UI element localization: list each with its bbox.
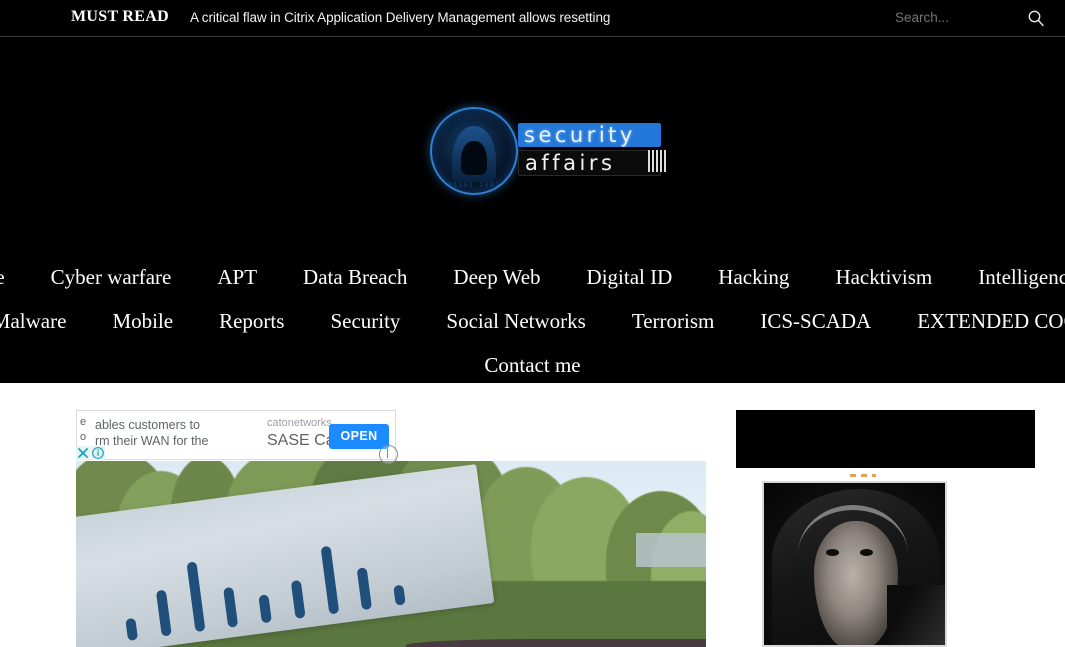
nav-item-hacktivism[interactable]: Hacktivism <box>812 255 955 299</box>
search-box[interactable] <box>895 9 1045 29</box>
top-bar: MUST READ A critical flaw in Citrix Appl… <box>0 0 1065 37</box>
search-icon[interactable] <box>1027 9 1045 27</box>
nav-item-hacking[interactable]: Hacking <box>695 255 812 299</box>
ad-description: ables customers to rm their WAN for the <box>95 417 271 449</box>
nav-item-cyber-warfare[interactable]: Cyber warfare <box>28 255 195 299</box>
mouse-cursor-indicator <box>379 445 398 464</box>
nav-item-security[interactable]: Security <box>307 299 423 343</box>
nav-item-ics-scada[interactable]: ICS-SCADA <box>737 299 894 343</box>
sidebar-ad-artifact <box>850 474 876 477</box>
nav-item-mobile[interactable]: Mobile <box>89 299 196 343</box>
ad-controls <box>76 446 106 460</box>
nav-item-social-networks[interactable]: Social Networks <box>423 299 608 343</box>
logo-face-shape <box>461 141 487 175</box>
photo-sign-base <box>406 639 706 647</box>
nav-item-data-breach[interactable]: Data Breach <box>280 255 430 299</box>
ad-open-button[interactable]: OPEN <box>329 424 389 449</box>
portrait-eye-left <box>826 549 839 556</box>
logo-binary-text: 01101 1001 <box>447 181 501 189</box>
nav-item-apt[interactable]: APT <box>194 255 280 299</box>
nav-item-digital-id[interactable]: Digital ID <box>564 255 696 299</box>
nav-item-extended-cookie-policy[interactable]: EXTENDED COOKIE POLICY <box>894 299 1065 343</box>
logo-hacker-badge-icon: 01101 1001 <box>430 107 518 195</box>
nav-item-intelligence[interactable]: Intelligence <box>955 255 1065 299</box>
ad-brand-name: catonetworks <box>267 417 332 429</box>
author-portrait-image[interactable] <box>762 481 947 647</box>
main-navigation: Cyber Crime Cyber warfare APT Data Breac… <box>0 255 1065 387</box>
logo-word-security: security <box>518 123 661 147</box>
logo-wordmark: security affairs <box>518 123 661 176</box>
site-logo[interactable]: 01101 1001 security affairs <box>430 107 666 195</box>
nav-row-1: Cyber Crime Cyber warfare APT Data Breac… <box>0 255 1065 299</box>
nav-item-malware[interactable]: Malware <box>0 299 89 343</box>
ad-description-line-1: ables customers to <box>95 418 200 432</box>
nav-item-reports[interactable]: Reports <box>196 299 307 343</box>
portrait-eye-right <box>860 549 873 556</box>
photo-background-building <box>636 533 706 567</box>
nav-item-deep-web[interactable]: Deep Web <box>430 255 563 299</box>
google-ad-overlay[interactable]: eo ables customers to rm their WAN for t… <box>76 410 396 460</box>
close-icon[interactable] <box>76 446 90 460</box>
site-header: 01101 1001 security affairs Cyber Crime … <box>0 37 1065 383</box>
search-input[interactable] <box>895 10 995 25</box>
nav-item-contact-me[interactable]: Contact me <box>461 343 603 387</box>
article-hero-image[interactable] <box>76 461 706 647</box>
logo-word-affairs: affairs <box>518 150 661 176</box>
logo-barcode-decoration <box>648 150 666 172</box>
must-read-headline-link[interactable]: A critical flaw in Citrix Application De… <box>190 10 610 25</box>
nav-item-terrorism[interactable]: Terrorism <box>609 299 738 343</box>
ad-description-line-2: rm their WAN for the <box>95 434 209 448</box>
must-read-label: MUST READ <box>71 8 169 25</box>
nav-item-cyber-crime[interactable]: Cyber Crime <box>0 255 28 299</box>
nav-row-3: Contact me <box>0 343 1065 387</box>
info-icon[interactable] <box>91 446 105 460</box>
sidebar-ad-placeholder[interactable] <box>736 410 1035 468</box>
portrait-shoulder-shadow <box>887 585 945 645</box>
nav-row-2: Laws and regulations Malware Mobile Repo… <box>0 299 1065 343</box>
